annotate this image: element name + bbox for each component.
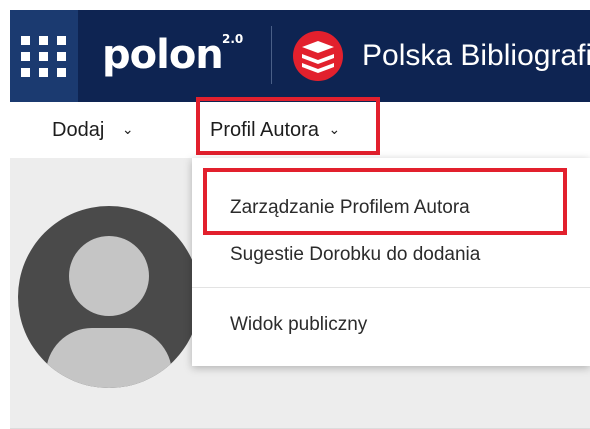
apps-grid-button[interactable]	[10, 10, 78, 102]
highlight-box-nav	[196, 97, 380, 155]
avatar-body	[46, 328, 172, 388]
brand-name[interactable]: Polska Bibliografia Naukowa	[362, 36, 590, 76]
header-divider	[271, 26, 272, 84]
app-window: polon 2.0 Polska Bibliografia Naukowa Do…	[0, 0, 590, 429]
pbn-logo-icon	[293, 31, 343, 81]
chevron-down-icon: ⌄	[121, 121, 134, 137]
polon-logo[interactable]: polon	[102, 30, 224, 80]
top-header: polon 2.0 Polska Bibliografia Naukowa	[10, 10, 590, 102]
nav-item-label: Dodaj	[52, 119, 105, 141]
nav-item-dodaj[interactable]: Dodaj ⌄	[52, 118, 134, 143]
highlight-box-menu	[203, 168, 567, 235]
menu-item-sugestie-dorobku[interactable]: Sugestie Dorobku do dodania	[230, 243, 480, 267]
user-avatar-icon	[18, 206, 200, 388]
menu-item-widok-publiczny[interactable]: Widok publiczny	[230, 313, 367, 337]
polon-logo-version: 2.0	[222, 32, 244, 46]
avatar-head	[69, 236, 149, 316]
menu-divider	[192, 287, 590, 288]
